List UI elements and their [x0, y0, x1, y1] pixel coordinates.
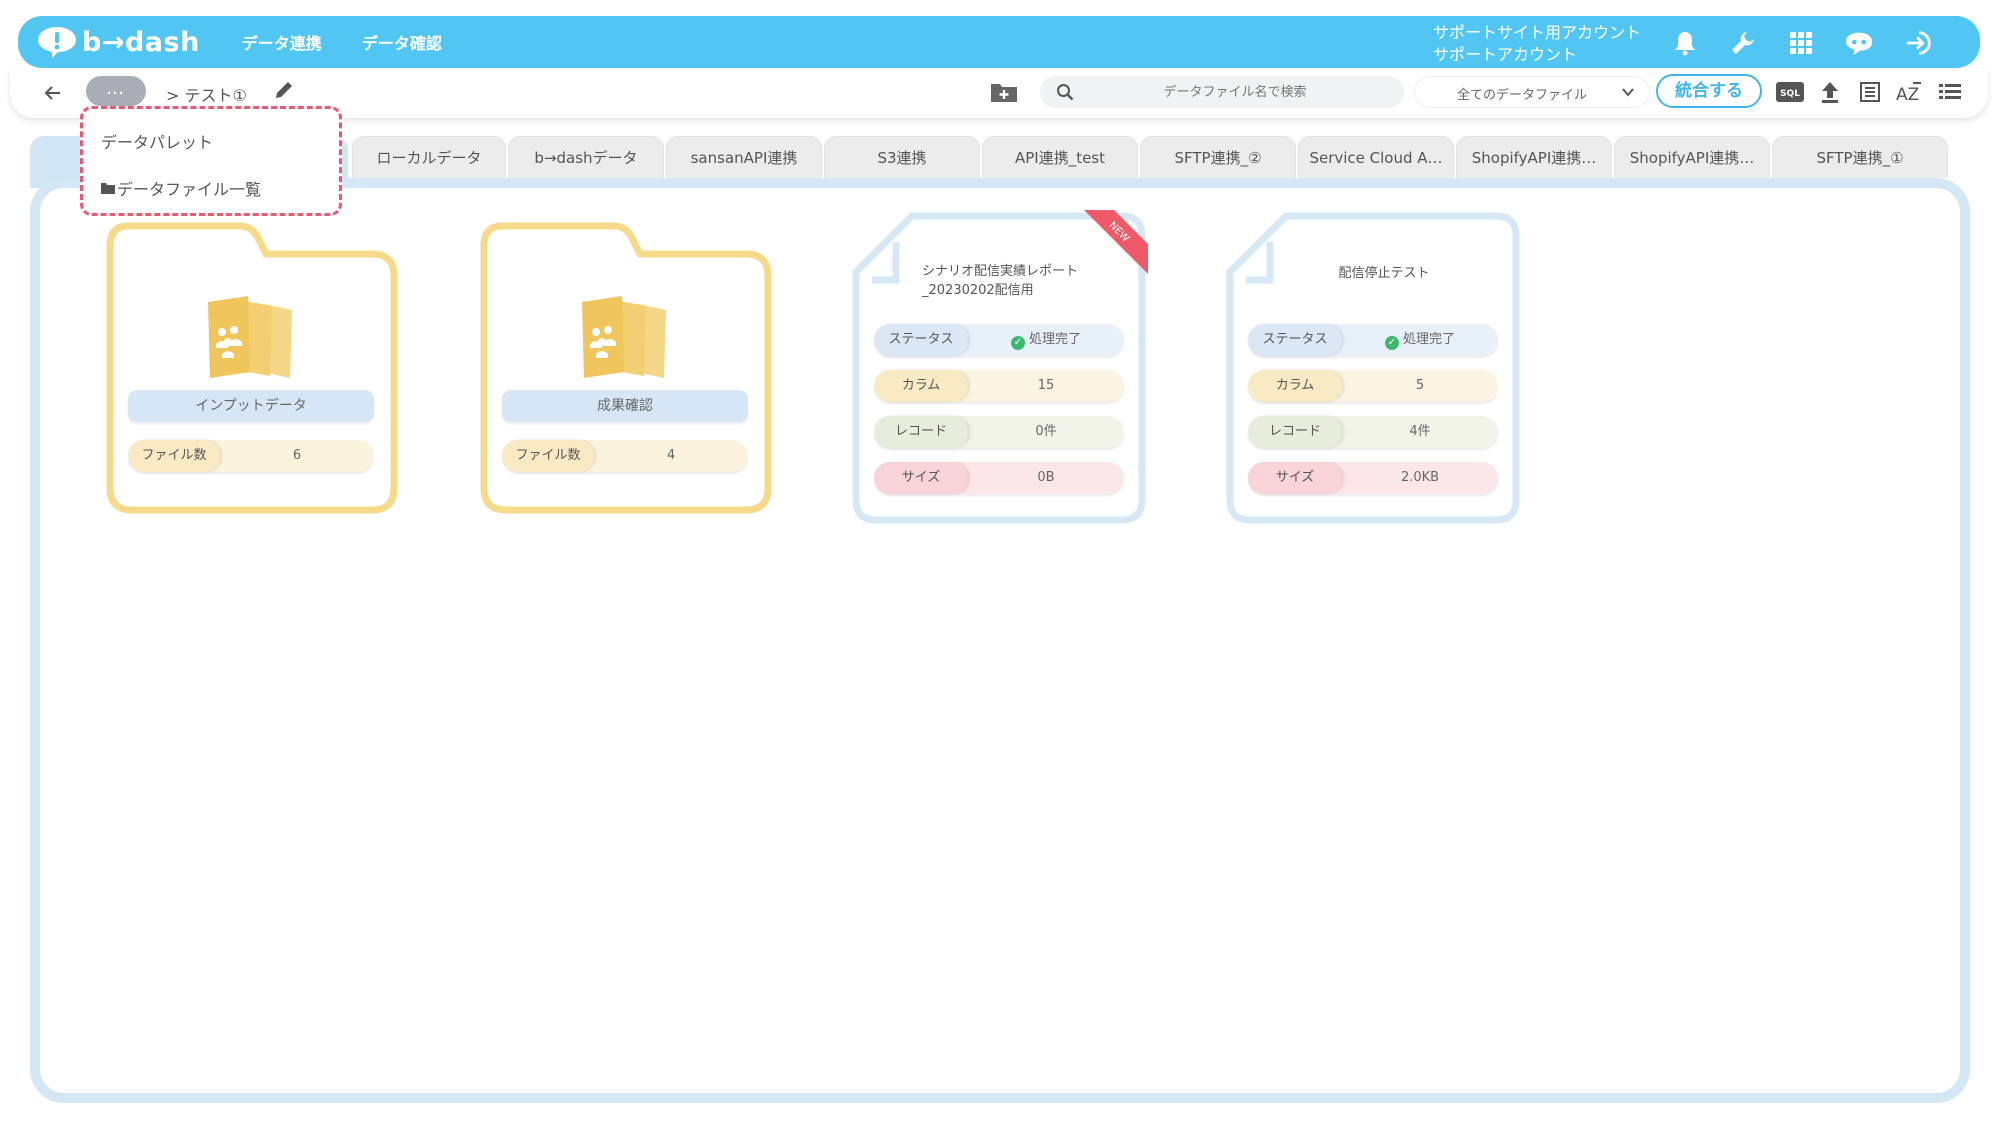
- folder-icon: [101, 182, 115, 194]
- arrow-left-icon[interactable]: [40, 80, 66, 106]
- breadcrumb-dropdown-menu: データパレット データファイル一覧: [80, 106, 342, 216]
- logo-text: b→dash: [82, 26, 200, 58]
- check-circle-icon: ✓: [1384, 336, 1399, 350]
- filter-selected-value: 全てのデータファイル: [1457, 88, 1588, 103]
- search-input[interactable]: [1080, 76, 1390, 108]
- status-row: ステータス ✓ 処理完了: [874, 324, 1124, 356]
- breadcrumb-more-button[interactable]: …: [86, 76, 146, 106]
- record-label: レコード: [874, 416, 968, 448]
- status-value: 処理完了: [1402, 332, 1455, 347]
- bell-icon[interactable]: [1670, 28, 1700, 58]
- column-label: カラム: [1248, 370, 1342, 402]
- status-value-wrap: ✓ 処理完了: [968, 324, 1124, 356]
- merge-button[interactable]: 統合する: [1656, 74, 1762, 108]
- record-row: レコード 4件: [1248, 416, 1498, 448]
- tab-shopify-api-1[interactable]: ShopifyAPI連携…: [1456, 136, 1612, 178]
- tab-s3[interactable]: S3連携: [824, 136, 980, 178]
- file-title: 配信停止テスト: [1338, 266, 1430, 281]
- folder-card-input-data[interactable]: インプットデータ ファイル数 6: [106, 222, 398, 514]
- tab-bdash-data[interactable]: b→dashデータ: [508, 136, 664, 178]
- size-row: サイズ 2.0KB: [1248, 462, 1498, 494]
- tab-sftp-2[interactable]: SFTP連携_②: [1140, 136, 1296, 178]
- tab-shopify-api-2[interactable]: ShopifyAPI連携…: [1614, 136, 1770, 178]
- file-count-row: ファイル数 6: [128, 440, 374, 472]
- menu-item-data-file-list[interactable]: データファイル一覧: [101, 176, 261, 200]
- svg-text:SQL: SQL: [1780, 89, 1800, 99]
- list-icon[interactable]: [1936, 79, 1964, 105]
- tab-local-data[interactable]: ローカルデータ: [352, 136, 506, 178]
- column-label: カラム: [874, 370, 968, 402]
- shared-folder-icon: [208, 296, 292, 378]
- nav-data-integration[interactable]: データ連携: [242, 30, 322, 54]
- chevron-down-icon: [1622, 88, 1634, 97]
- folder-plus-icon[interactable]: [990, 80, 1018, 104]
- file-count-label: ファイル数: [502, 440, 594, 472]
- menu-item-data-palette[interactable]: データパレット: [101, 129, 213, 153]
- grid-icon[interactable]: [1786, 28, 1816, 58]
- file-count-label: ファイル数: [128, 440, 220, 472]
- account-name: サポートアカウント: [1433, 45, 1578, 64]
- account-site: サポートサイト用アカウント: [1433, 23, 1642, 42]
- top-header: b→dash データ連携 データ確認 サポートサイト用アカウント サポートアカウ…: [18, 16, 1980, 68]
- wrench-icon[interactable]: [1728, 28, 1758, 58]
- file-count-value: 6: [292, 448, 302, 463]
- app-logo[interactable]: b→dash: [36, 25, 200, 59]
- record-value: 4件: [1409, 424, 1431, 439]
- sort-az-icon[interactable]: AZ: [1896, 79, 1924, 105]
- size-value: 2.0KB: [1400, 470, 1440, 485]
- file-card-unsubscribe-test[interactable]: 配信停止テスト ステータス ✓ 処理完了 カラム 5 レコード 4件 サイズ 2.…: [1226, 212, 1520, 524]
- tab-api-test[interactable]: API連携_test: [982, 136, 1138, 178]
- tab-sansan-api[interactable]: sansanAPI連携: [666, 136, 822, 178]
- folder-card-results[interactable]: 成果確認 ファイル数 4: [480, 222, 772, 514]
- size-row: サイズ 0B: [874, 462, 1124, 494]
- folder-name: インプットデータ: [128, 390, 374, 422]
- breadcrumb-current: > テスト①: [166, 86, 247, 105]
- logo-bubble-icon: [38, 27, 76, 58]
- column-value: 5: [1415, 378, 1425, 393]
- tab-service-cloud[interactable]: Service Cloud A…: [1298, 136, 1454, 178]
- file-title: シナリオ配信実績レポート_20230202配信用: [922, 264, 1079, 298]
- list-detail-icon[interactable]: [1856, 79, 1884, 105]
- size-value: 0B: [1037, 470, 1055, 485]
- data-file-filter-select[interactable]: 全てのデータファイル: [1414, 76, 1650, 108]
- pencil-icon[interactable]: [272, 78, 296, 102]
- chat-robot-icon[interactable]: [1844, 28, 1874, 58]
- status-value-wrap: ✓ 処理完了: [1342, 324, 1498, 356]
- size-label: サイズ: [1248, 462, 1342, 494]
- status-value: 処理完了: [1028, 332, 1081, 347]
- status-label: ステータス: [1248, 324, 1342, 356]
- column-row: カラム 15: [874, 370, 1124, 402]
- record-value: 0件: [1035, 424, 1057, 439]
- column-value: 15: [1037, 378, 1055, 393]
- tab-sftp-1[interactable]: SFTP連携_①: [1772, 136, 1948, 178]
- search-box: [1040, 76, 1404, 108]
- check-circle-icon: ✓: [1010, 336, 1025, 350]
- record-row: レコード 0件: [874, 416, 1124, 448]
- menu-item-label: データファイル一覧: [117, 180, 262, 199]
- sql-icon[interactable]: SQL: [1776, 79, 1804, 105]
- account-info[interactable]: サポートサイト用アカウント サポートアカウント: [1433, 22, 1641, 66]
- status-row: ステータス ✓ 処理完了: [1248, 324, 1498, 356]
- file-count-value: 4: [666, 448, 676, 463]
- status-label: ステータス: [874, 324, 968, 356]
- shared-folder-icon: [582, 296, 666, 378]
- nav-data-check[interactable]: データ確認: [362, 30, 442, 54]
- size-label: サイズ: [874, 462, 968, 494]
- logout-icon[interactable]: [1904, 28, 1934, 58]
- column-row: カラム 5: [1248, 370, 1498, 402]
- file-count-row: ファイル数 4: [502, 440, 748, 472]
- upload-icon[interactable]: [1816, 79, 1844, 105]
- folder-name: 成果確認: [502, 390, 748, 422]
- search-icon: [1057, 84, 1074, 101]
- file-card-scenario-report[interactable]: NEW シナリオ配信実績レポート_20230202配信用 ステータス ✓ 処理完了…: [852, 210, 1148, 524]
- svg-text:AZ: AZ: [1896, 85, 1919, 104]
- record-label: レコード: [1248, 416, 1342, 448]
